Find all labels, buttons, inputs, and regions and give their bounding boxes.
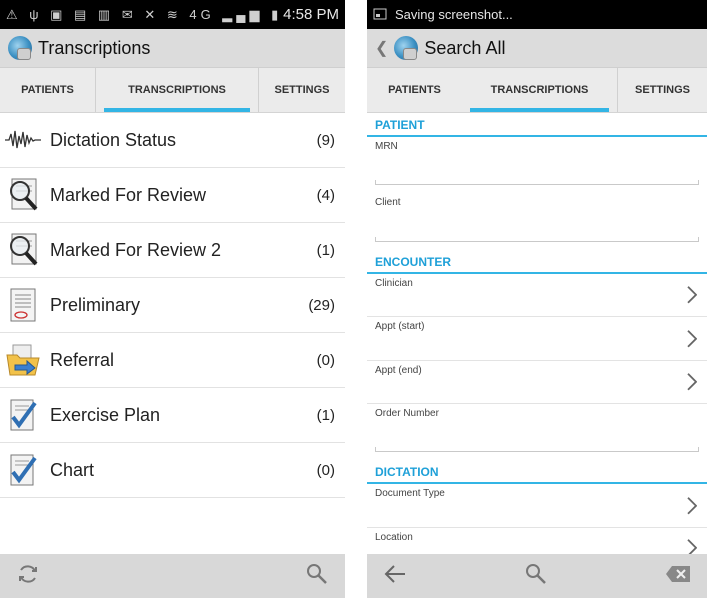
tab-transcriptions[interactable]: TRANSCRIPTIONS	[95, 68, 258, 112]
clinician-field[interactable]: Clinician	[367, 274, 707, 317]
tab-patients[interactable]: PATIENTS	[0, 68, 95, 112]
client-field[interactable]: Client	[367, 193, 707, 250]
list-item-label: Marked For Review 2	[50, 239, 222, 260]
chevron-right-icon[interactable]	[687, 496, 698, 519]
status-notification-text: Saving screenshot...	[395, 7, 513, 22]
transcription-list: Dictation Status (9) Marked For Review (…	[0, 113, 345, 498]
section-header-dictation: DICTATION	[367, 460, 707, 484]
client-input[interactable]	[375, 237, 699, 242]
mrn-field[interactable]: MRN	[367, 137, 707, 193]
list-item-count: (1)	[316, 241, 335, 259]
list-item-marked-for-review-2[interactable]: Marked For Review 2 (1)	[0, 223, 345, 278]
back-arrow-icon[interactable]	[383, 564, 407, 589]
transcriptions-screen: ⚠ ψ ▣ ▤ ▥ ✉ ✕ ≋ 4G ▂▄▆ ▮ 4:58 PM Transcr…	[0, 0, 345, 598]
magnifier-document-icon	[4, 176, 42, 214]
mrn-input[interactable]	[375, 180, 699, 185]
list-item-label: Dictation Status	[50, 129, 177, 150]
action-bar: Transcriptions	[0, 29, 345, 68]
checklist-icon	[4, 451, 42, 489]
page-title: Search All	[424, 37, 506, 58]
list-item-dictation-status[interactable]: Dictation Status (9)	[0, 113, 345, 168]
order-number-input[interactable]	[375, 447, 699, 452]
field-label: Location	[375, 532, 413, 543]
field-label: Document Type	[375, 488, 445, 499]
chevron-right-icon[interactable]	[687, 286, 698, 309]
tab-bar: PATIENTS TRANSCRIPTIONS SETTINGS	[0, 68, 345, 113]
tab-settings[interactable]: SETTINGS	[617, 68, 707, 112]
list-item-referral[interactable]: Referral (0)	[0, 333, 345, 388]
tab-patients[interactable]: PATIENTS	[367, 68, 462, 112]
page-title: Transcriptions	[38, 37, 151, 58]
status-bar: ⚠ ψ ▣ ▤ ▥ ✉ ✕ ≋ 4G ▂▄▆ ▮ 4:58 PM	[0, 0, 345, 29]
folder-arrow-icon	[4, 341, 42, 379]
clear-icon[interactable]	[665, 565, 691, 588]
list-item-label: Referral	[50, 349, 115, 370]
status-icons: ⚠ ψ ▣ ▤ ▥ ✉ ✕ ≋ 4G ▂▄▆ ▮	[6, 6, 283, 22]
field-label: Client	[375, 197, 401, 208]
appt-start-field[interactable]: Appt (start)	[367, 317, 707, 361]
app-logo-icon[interactable]	[8, 36, 32, 60]
chevron-right-icon[interactable]	[687, 329, 698, 352]
tab-bar: PATIENTS TRANSCRIPTIONS SETTINGS	[367, 68, 707, 113]
list-item-preliminary[interactable]: Preliminary (29)	[0, 278, 345, 333]
document-icon	[4, 286, 42, 324]
magnifier-document-icon	[4, 231, 42, 269]
section-header-patient: PATIENT	[367, 113, 707, 137]
list-item-exercise-plan[interactable]: Exercise Plan (1)	[0, 388, 345, 443]
field-label: Appt (end)	[375, 365, 422, 376]
list-item-label: Marked For Review	[50, 184, 207, 205]
app-logo-icon[interactable]	[394, 36, 419, 60]
bottom-bar	[0, 554, 345, 598]
list-item-count: (0)	[316, 461, 335, 479]
search-form: PATIENT MRN Client ENCOUNTER Clinician A…	[367, 113, 707, 568]
waveform-icon	[4, 121, 42, 159]
list-item-count: (1)	[316, 406, 335, 424]
status-time: 4:58 PM	[283, 6, 339, 23]
document-type-field[interactable]: Document Type	[367, 484, 707, 528]
list-item-label: Chart	[50, 459, 95, 480]
section-header-encounter: ENCOUNTER	[367, 250, 707, 274]
search-icon[interactable]	[524, 562, 548, 591]
status-bar: Saving screenshot...	[367, 0, 707, 29]
tab-settings[interactable]: SETTINGS	[258, 68, 345, 112]
back-chevron-icon[interactable]: ❮	[375, 38, 388, 58]
screenshot-icon	[373, 7, 387, 23]
tab-transcriptions[interactable]: TRANSCRIPTIONS	[462, 68, 617, 112]
list-item-label: Preliminary	[50, 294, 141, 315]
search-all-screen: Saving screenshot... ❮ Search All PATIEN…	[367, 0, 707, 598]
order-number-field[interactable]: Order Number	[367, 404, 707, 460]
checklist-icon	[4, 396, 42, 434]
list-item-count: (29)	[308, 296, 335, 314]
appt-end-field[interactable]: Appt (end)	[367, 361, 707, 404]
refresh-icon[interactable]	[16, 562, 40, 591]
list-item-count: (4)	[316, 186, 335, 204]
chevron-right-icon[interactable]	[687, 373, 698, 396]
bottom-bar	[367, 554, 707, 598]
list-item-count: (0)	[316, 351, 335, 369]
field-label: Appt (start)	[375, 321, 425, 332]
field-label: MRN	[375, 141, 398, 152]
field-label: Clinician	[375, 278, 413, 289]
search-icon[interactable]	[305, 562, 329, 591]
action-bar: ❮ Search All	[367, 29, 707, 68]
field-label: Order Number	[375, 408, 439, 419]
list-item-marked-for-review[interactable]: Marked For Review (4)	[0, 168, 345, 223]
list-item-chart[interactable]: Chart (0)	[0, 443, 345, 498]
list-item-label: Exercise Plan	[50, 404, 161, 425]
list-item-count: (9)	[316, 131, 335, 149]
